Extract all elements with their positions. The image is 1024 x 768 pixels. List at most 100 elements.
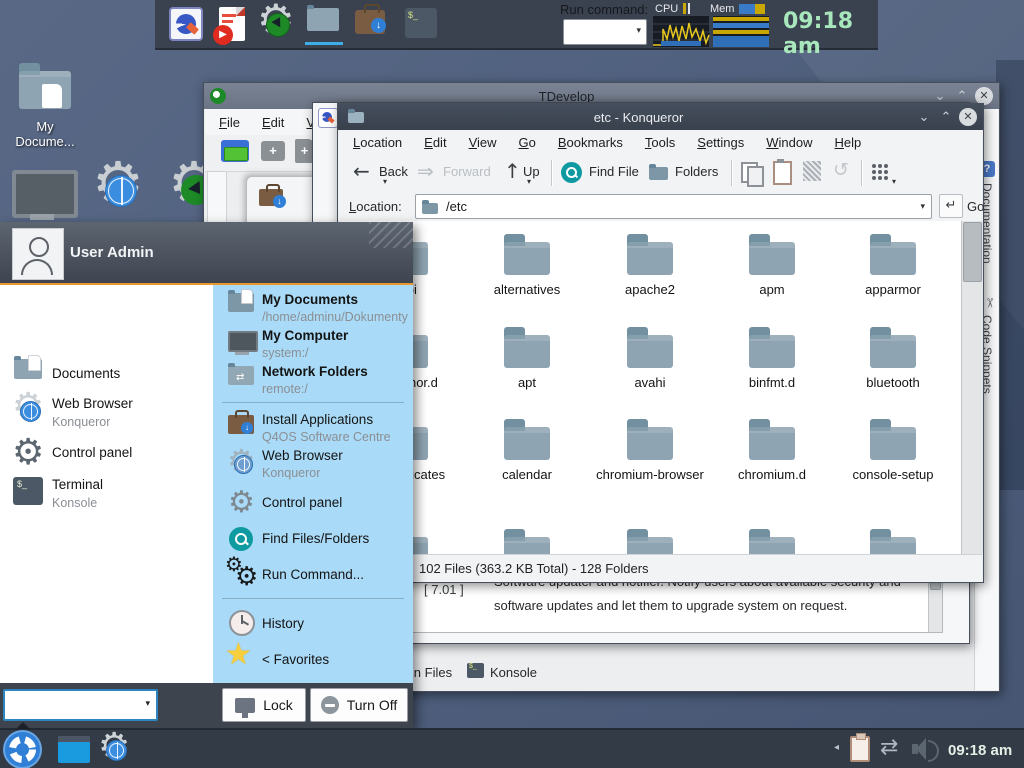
start-menu-item-terminal[interactable]: Terminal [52, 477, 103, 492]
konqueror-minimize-button[interactable]: ⌄ [913, 104, 935, 130]
start-menu-item-run-command[interactable]: Run Command... [262, 567, 364, 582]
folder-item[interactable]: alternatives [469, 233, 585, 298]
download-badge-icon: ↓ [273, 195, 286, 208]
launcher-file-manager[interactable] [307, 8, 339, 34]
documents-icon [14, 359, 42, 382]
undo-icon[interactable]: ↺ [833, 159, 849, 181]
konsole-icon: $_ [467, 663, 484, 678]
start-menu-item-history[interactable]: History [262, 616, 304, 631]
location-input[interactable]: /etc ▾ [415, 194, 932, 219]
folder-item[interactable]: apt [469, 326, 585, 391]
system-monitor[interactable]: CPU Mem [653, 1, 769, 47]
folder-item[interactable]: calendar [469, 418, 585, 483]
view-mode-dropdown-icon[interactable]: ▾ [892, 177, 896, 186]
taskbar-window-button[interactable] [58, 736, 90, 763]
folders-button[interactable]: Folders [675, 164, 718, 179]
start-menu-header: User Admin [0, 222, 413, 283]
start-menu-item-web-browser[interactable]: Web Browser [52, 396, 133, 411]
clipboard-tray-icon[interactable] [850, 736, 870, 762]
start-menu-item-web-browser[interactable]: Web Browser [262, 448, 343, 463]
tdevelop-konsole-tab[interactable]: Konsole [490, 665, 537, 680]
up-button[interactable]: Up [523, 164, 540, 179]
run-command-input[interactable]: ▾ [563, 19, 647, 45]
run-command-dropdown-icon[interactable]: ▾ [636, 25, 641, 36]
desktop-icon-my-documents[interactable]: My Docume... [10, 62, 80, 149]
menu-view[interactable]: View [469, 135, 497, 150]
menu-bookmarks[interactable]: Bookmarks [558, 135, 623, 150]
launcher-presentation-app[interactable]: ▶ [219, 7, 245, 41]
konqueror-maximize-button[interactable]: ⌃ [935, 104, 957, 130]
folder-item[interactable] [835, 528, 951, 554]
folder-item[interactable]: console-setup [835, 418, 951, 483]
folder-item[interactable]: apm [714, 233, 830, 298]
menu-go[interactable]: Go [519, 135, 536, 150]
my-computer-icon [228, 331, 258, 352]
launcher-software-centre[interactable]: ↓ [355, 10, 385, 34]
find-file-button[interactable]: Find File [589, 164, 639, 179]
search-dropdown-icon[interactable]: ▾ [145, 698, 150, 709]
folder-item[interactable]: bluetooth [835, 326, 951, 391]
new-window-icon[interactable]: + [261, 141, 285, 161]
go-button[interactable]: Go [967, 199, 984, 214]
file-view-scrollbar[interactable] [961, 221, 983, 554]
tray-expander-icon[interactable]: ◂ [834, 742, 839, 753]
web-browser-icon: ⚙ [12, 393, 46, 427]
start-menu-item-control-panel[interactable]: Control panel [262, 495, 342, 510]
konqueror-locationbar: Location: /etc ▾ ↵ Go [339, 191, 982, 222]
folder-item[interactable]: avahi [592, 326, 708, 391]
launcher-terminal[interactable]: $_ [405, 8, 437, 38]
menu-location[interactable]: Location [353, 135, 402, 150]
monitor-stand [30, 214, 54, 220]
start-menu-item-favorites[interactable]: < Favorites [262, 652, 329, 667]
start-button[interactable] [5, 732, 40, 767]
start-menu-item-network-folders[interactable]: Network Folders [262, 364, 368, 379]
paste-icon[interactable] [773, 161, 792, 185]
folder-item[interactable]: chromium.d [714, 418, 830, 483]
menu-edit[interactable]: Edit [424, 135, 446, 150]
menu-open-indicator [16, 722, 30, 729]
folder-item[interactable] [714, 528, 830, 554]
desktop-icon-web-browser[interactable]: ⚙ [92, 162, 148, 218]
go-enter-icon[interactable]: ↵ [939, 194, 963, 218]
launcher-chart-app[interactable] [169, 7, 203, 41]
menu-settings[interactable]: Settings [697, 135, 744, 150]
lock-icon [235, 698, 255, 713]
start-menu-item-install-applications[interactable]: Install Applications [262, 412, 373, 427]
start-menu-item-documents[interactable]: Documents [52, 366, 120, 381]
launcher-settings-globe-app[interactable]: ⚙ [257, 4, 297, 44]
forward-button[interactable]: Forward [443, 164, 491, 179]
desktop-icon-my-computer[interactable] [12, 170, 78, 218]
view-mode-icon[interactable] [871, 163, 889, 181]
start-menu-item-control-panel[interactable]: Control panel [52, 445, 132, 460]
menu-help[interactable]: Help [835, 135, 862, 150]
volume-tray-icon[interactable] [912, 738, 938, 760]
folder-item[interactable]: chromium-browser [592, 418, 708, 483]
folder-item[interactable]: apparmor [835, 233, 951, 298]
tdevelop-menu-file[interactable]: File [219, 115, 240, 130]
taskbar-clock[interactable]: 09:18 am [948, 742, 1012, 759]
menu-search-input[interactable]: ▾ [3, 689, 158, 721]
start-menu-right-column: My Documents /home/adminu/Dokumenty My C… [213, 285, 413, 683]
up-dropdown-icon[interactable]: ▾ [527, 177, 531, 186]
menu-tools[interactable]: Tools [645, 135, 675, 150]
start-menu-item-find-files[interactable]: Find Files/Folders [262, 531, 369, 546]
network-tray-icon[interactable]: ⇄ [880, 734, 898, 760]
konqueror-titlebar[interactable]: etc - Konqueror ⌄ ⌃ ✕ [338, 104, 983, 130]
tdevelop-menu-edit[interactable]: Edit [262, 115, 284, 130]
panel-clock[interactable]: 09:18 am [783, 9, 878, 59]
location-dropdown-icon[interactable]: ▾ [920, 201, 925, 212]
menu-window[interactable]: Window [766, 135, 812, 150]
folder-item[interactable]: apache2 [592, 233, 708, 298]
folder-item[interactable] [469, 528, 585, 554]
lock-button[interactable]: Lock [222, 688, 306, 722]
folder-item[interactable]: binfmt.d [714, 326, 830, 391]
start-menu-item-my-computer[interactable]: My Computer [262, 328, 348, 343]
turn-off-button[interactable]: Turn Off [310, 688, 408, 722]
folder-item[interactable] [592, 528, 708, 554]
start-menu-item-my-documents[interactable]: My Documents [262, 292, 358, 307]
konqueror-close-button[interactable]: ✕ [959, 108, 977, 126]
print-icon[interactable] [803, 161, 821, 181]
taskbar-browser-button[interactable]: ⚙ [98, 732, 132, 766]
up-arrow-icon: ↑ [504, 159, 521, 183]
back-dropdown-icon[interactable]: ▾ [383, 177, 387, 186]
